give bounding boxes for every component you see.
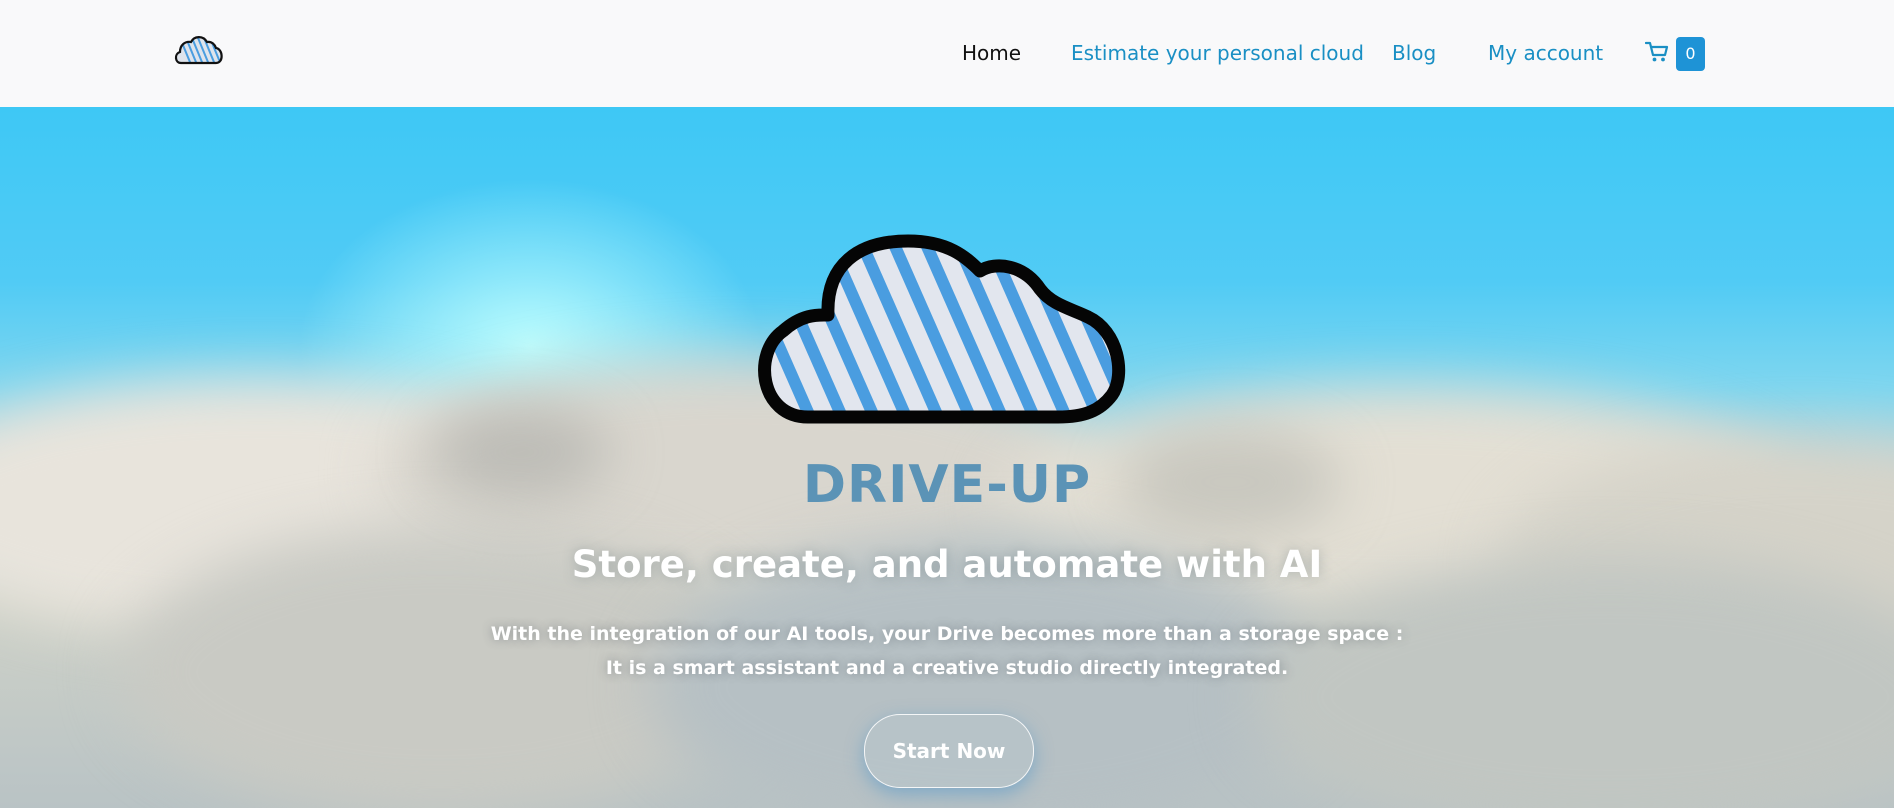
start-now-button[interactable]: Start Now: [864, 714, 1034, 788]
nav-estimate[interactable]: Estimate your personal cloud: [1071, 41, 1364, 65]
hero-headline: Store, create, and automate with AI: [571, 543, 1323, 586]
hero-description-line-1: With the integration of our AI tools, yo…: [490, 623, 1404, 645]
cart-count-badge[interactable]: 0: [1676, 37, 1705, 71]
cloud-icon: [758, 234, 1126, 424]
header-bar: Home Estimate your personal cloud Blog M…: [0, 0, 1894, 107]
shopping-cart-icon[interactable]: [1645, 41, 1669, 63]
nav-my-account[interactable]: My account: [1488, 41, 1603, 65]
brand-title: DRIVE-UP: [802, 455, 1092, 515]
hero-section: DRIVE-UP Store, create, and automate wit…: [0, 107, 1894, 808]
hero-description-line-2: It is a smart assistant and a creative s…: [605, 657, 1289, 679]
nav-home[interactable]: Home: [962, 41, 1021, 65]
main-nav: Home Estimate your personal cloud Blog M…: [0, 0, 1894, 107]
nav-blog[interactable]: Blog: [1392, 41, 1436, 65]
hero-description: With the integration of our AI tools, yo…: [0, 617, 1894, 685]
